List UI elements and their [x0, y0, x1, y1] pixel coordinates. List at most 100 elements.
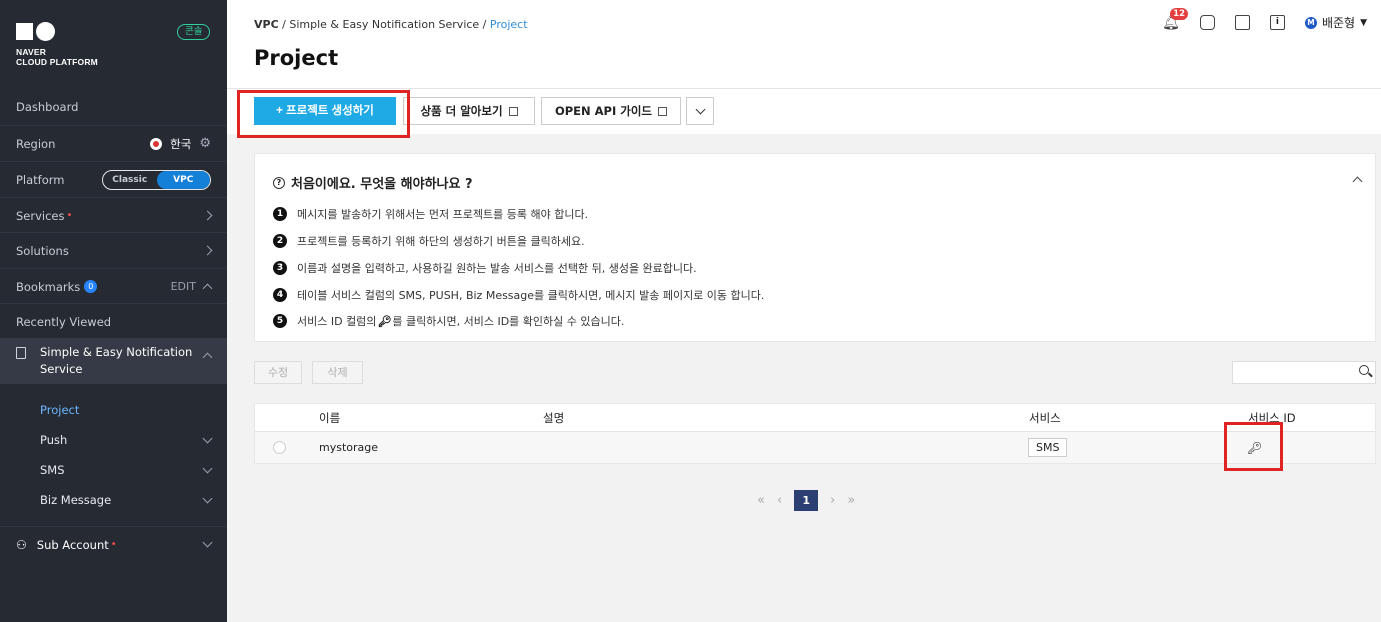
guide-step: 2 프로젝트를 등록하기 위해 하단의 생성하기 버튼을 클릭하세요. — [273, 233, 585, 249]
chevron-up-icon[interactable] — [202, 352, 213, 363]
header-toolbar: 🔔︎ 12 i M 배준형 ▼ — [1162, 7, 1367, 31]
breadcrumb-current: Project — [489, 18, 528, 31]
guide-title-row: ? 처음이에요. 무엇을 해야하나요 ? — [273, 173, 473, 192]
breadcrumb-vpc[interactable]: VPC — [254, 18, 279, 31]
document-icon — [16, 347, 26, 359]
chevron-right-icon — [202, 245, 213, 256]
step-text: 메시지를 발송하기 위해서는 먼저 프로젝트를 등록 해야 합니다. — [297, 208, 589, 221]
platform-option-vpc[interactable]: VPC — [156, 170, 210, 189]
column-service: 서비스 — [1029, 410, 1061, 425]
memo-icon[interactable] — [1234, 15, 1250, 30]
guide-title: 처음이에요. 무엇을 해야하나요 ? — [291, 177, 473, 192]
guide-step: 1 메시지를 발송하기 위해서는 먼저 프로젝트를 등록 해야 합니다. — [273, 206, 588, 222]
platform-toggle[interactable]: Classic VPC — [102, 169, 211, 190]
first-page-icon[interactable]: « — [757, 493, 765, 508]
next-page-icon[interactable]: › — [830, 493, 835, 508]
guide-step: 3 이름과 설명을 입력하고, 사용하길 원하는 발송 서비스를 선택한 뒤, 생… — [273, 260, 697, 276]
info-icon[interactable]: i — [1269, 15, 1285, 30]
guide-step: 4 테이블 서비스 컬럼의 SMS, PUSH, Biz Message를 클릭하… — [273, 287, 764, 303]
sidebar-item-dashboard[interactable]: Dashboard — [0, 89, 227, 125]
highlight-box — [1224, 422, 1283, 471]
sidebar-item-label: Region — [16, 136, 56, 151]
page-button-current[interactable]: 1 — [794, 490, 819, 511]
chevron-down-icon — [695, 104, 705, 114]
project-table: 이름 설명 서비스 서비스 ID mystorage SMS 🔑︎ — [254, 403, 1376, 464]
subitem-label: SMS — [40, 463, 65, 477]
delete-button[interactable]: 삭제 — [312, 361, 363, 384]
sidebar-item-label: Services — [16, 208, 65, 223]
bookmarks-edit-link[interactable]: EDIT — [171, 280, 196, 293]
step-number: 5 — [273, 314, 287, 328]
prev-page-icon[interactable]: ‹ — [777, 493, 782, 508]
sidebar-item-region: Region 한국 ⚙ — [0, 125, 227, 161]
sidebar-item-recently-viewed[interactable]: Recently Viewed — [0, 303, 227, 339]
highlight-box — [237, 90, 410, 138]
sidebar-subitem-sms[interactable]: SMS — [40, 463, 213, 477]
page-title: Project — [254, 46, 339, 70]
sidebar-item-sub-account[interactable]: ⚇ Sub Account • — [0, 526, 227, 562]
sms-service-tag[interactable]: SMS — [1028, 438, 1068, 457]
gear-icon[interactable]: ⚙ — [199, 136, 211, 151]
step-text: 테이블 서비스 컬럼의 SMS, PUSH, Biz Message를 클릭하시… — [297, 289, 765, 302]
sidebar-item-bookmarks[interactable]: Bookmarks 0 EDIT — [0, 268, 227, 304]
step-number: 2 — [273, 234, 287, 248]
step-text: 프로젝트를 등록하기 위해 하단의 생성하기 버튼을 클릭하세요. — [297, 235, 585, 248]
sidebar-subitem-push[interactable]: Push — [40, 433, 213, 447]
sidebar-subitem-project[interactable]: Project — [40, 403, 211, 417]
sidebar-active-service[interactable]: Simple & Easy Notification Service — [0, 338, 227, 384]
external-link-icon — [508, 106, 518, 116]
sidebar-item-label: Sub Account — [36, 537, 109, 552]
table-row[interactable]: mystorage SMS 🔑︎ — [255, 432, 1375, 463]
console-badge[interactable]: 콘솔 — [177, 24, 211, 40]
caret-down-icon: ▼ — [1360, 17, 1367, 28]
last-page-icon[interactable]: » — [847, 493, 855, 508]
chevron-down-icon — [202, 463, 213, 473]
step-text-cont: 를 클릭하시면, 서비스 ID를 확인하실 수 있습니다. — [392, 315, 625, 328]
sidebar-item-label: Recently Viewed — [16, 314, 112, 329]
chat-icon[interactable] — [1199, 15, 1215, 30]
row-radio[interactable] — [273, 432, 286, 463]
breadcrumb: VPC / Simple & Easy Notification Service… — [254, 18, 528, 31]
step-number: 1 — [273, 207, 287, 221]
logo-mark-icon — [16, 22, 98, 41]
learn-more-label: 상품 더 알아보기 — [420, 104, 503, 118]
external-link-icon — [658, 106, 668, 116]
people-icon: ⚇ — [16, 537, 27, 552]
avatar: M — [1304, 16, 1317, 29]
more-actions-button[interactable] — [686, 97, 714, 125]
sidebar-item-services[interactable]: Services • — [0, 197, 227, 233]
collapse-button[interactable] — [1352, 174, 1363, 188]
breadcrumb-service[interactable]: Simple & Easy Notification Service — [289, 18, 479, 31]
region-value[interactable]: 한국 — [170, 136, 191, 152]
chevron-up-icon — [1352, 176, 1363, 187]
sidebar-item-platform: Platform Classic VPC — [0, 161, 227, 197]
api-guide-button[interactable]: OPEN API 가이드 — [541, 97, 681, 125]
user-menu[interactable]: M 배준형 ▼ — [1304, 14, 1367, 31]
main-content: VPC / Simple & Easy Notification Service… — [227, 0, 1381, 622]
learn-more-button[interactable]: 상품 더 알아보기 — [403, 97, 535, 125]
key-icon: 🔑︎ — [377, 314, 392, 328]
row-name: mystorage — [319, 441, 379, 454]
chevron-up-icon[interactable] — [202, 283, 213, 294]
row-service: SMS — [1028, 432, 1068, 463]
bell-icon[interactable]: 🔔︎ 12 — [1162, 7, 1189, 31]
sidebar-item-solutions[interactable]: Solutions — [0, 232, 227, 268]
search-icon[interactable] — [1359, 365, 1369, 375]
sidebar-subitem-biz-message[interactable]: Biz Message — [40, 493, 213, 507]
new-dot: • — [110, 539, 117, 550]
step-number: 4 — [273, 288, 287, 302]
platform-option-classic[interactable]: Classic — [103, 171, 157, 189]
api-guide-label: OPEN API 가이드 — [554, 104, 653, 118]
search-input[interactable] — [1232, 361, 1376, 384]
step-text: 이름과 설명을 입력하고, 사용하길 원하는 발송 서비스를 선택한 뒤, 생성… — [297, 262, 697, 275]
active-service-line2: Service — [40, 362, 83, 376]
step-number: 3 — [273, 261, 287, 275]
sidebar-item-label: Bookmarks — [16, 279, 81, 294]
edit-button[interactable]: 수정 — [254, 361, 302, 384]
naver-cloud-logo[interactable]: NAVER CLOUD PLATFORM — [16, 22, 98, 67]
bookmarks-count-badge: 0 — [84, 280, 98, 293]
table-header: 이름 설명 서비스 서비스 ID — [255, 404, 1375, 432]
sidebar-item-label: Dashboard — [16, 100, 79, 114]
active-service-line1: Simple & Easy Notification — [40, 345, 193, 359]
korea-flag-icon — [150, 137, 163, 150]
